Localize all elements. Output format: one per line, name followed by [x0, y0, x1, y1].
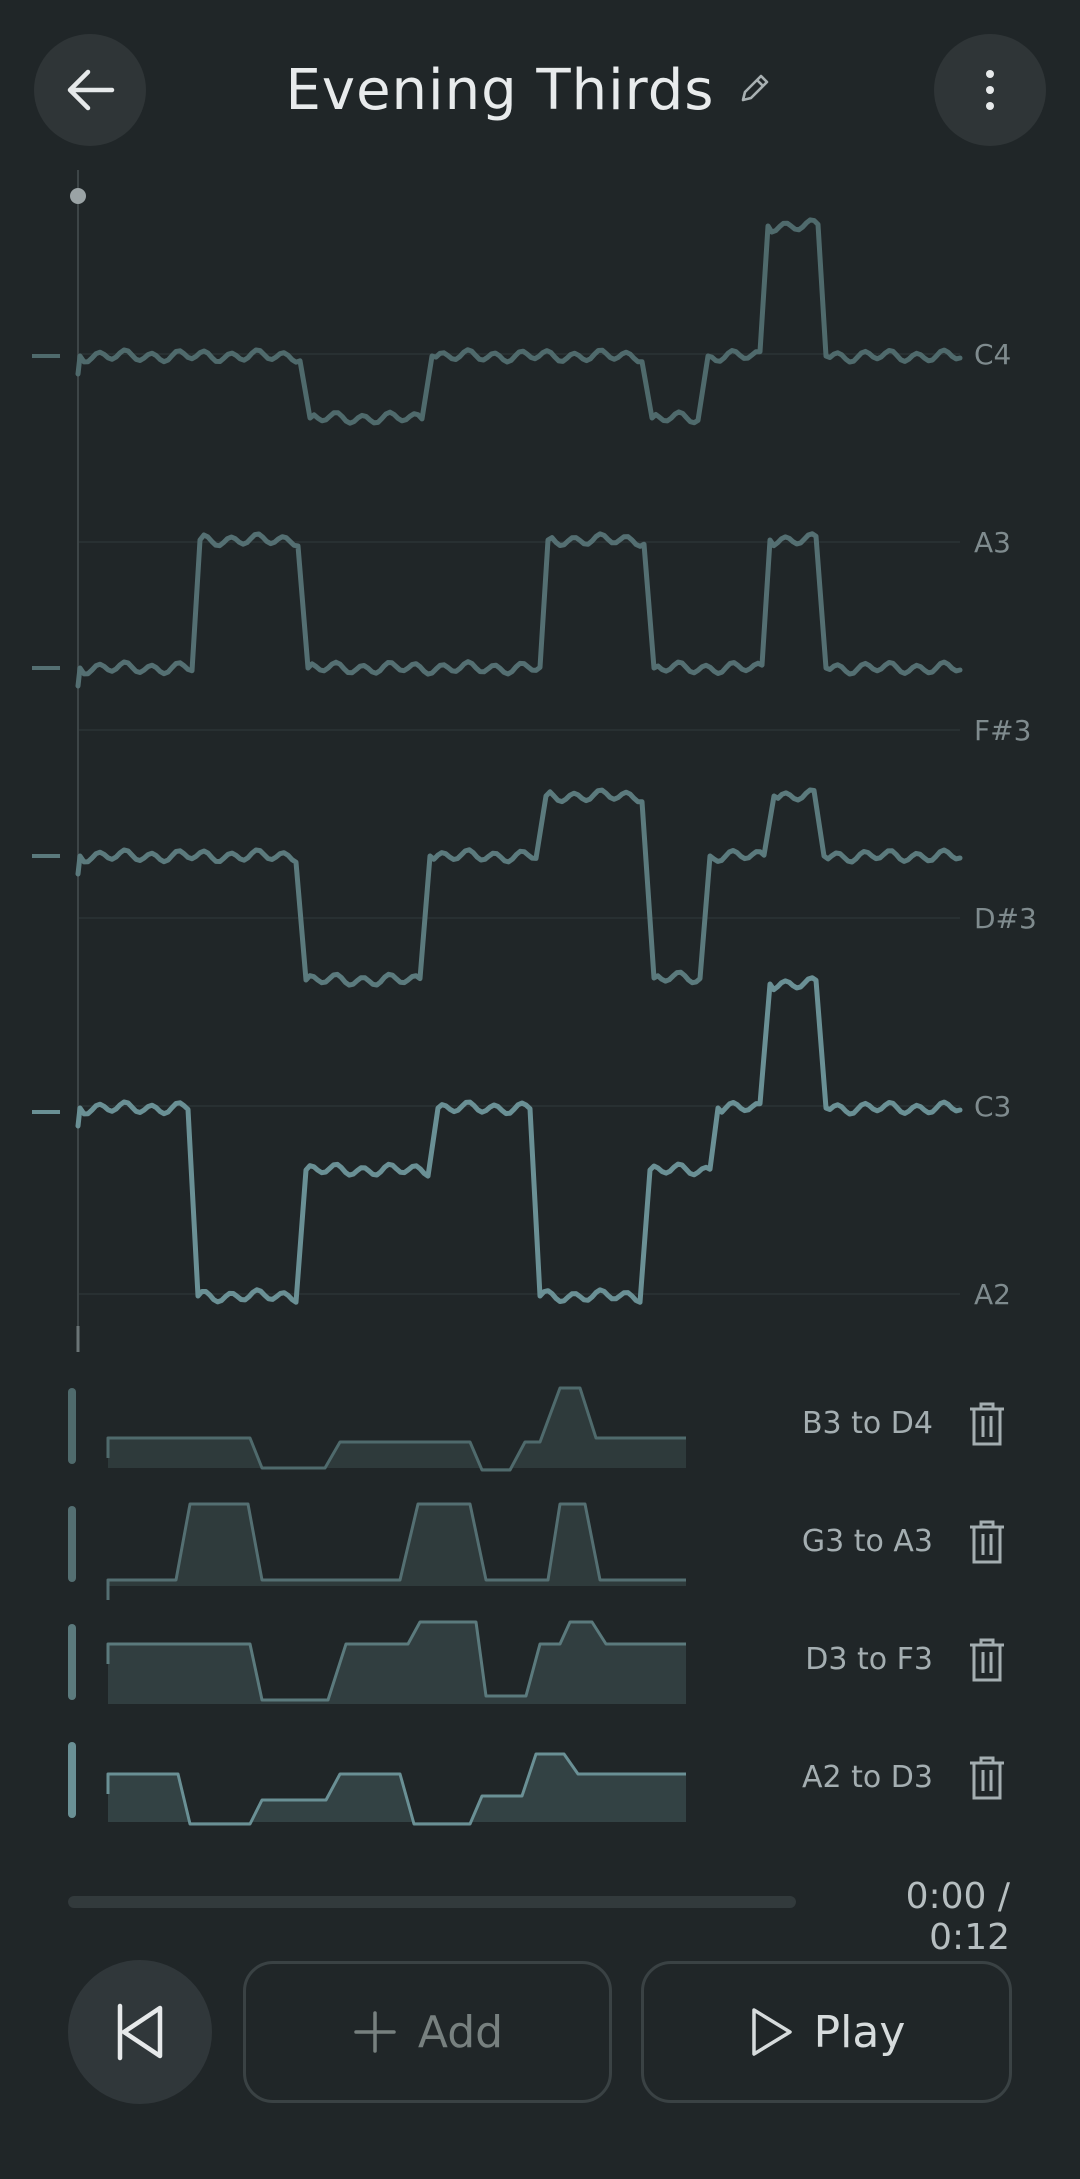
pitch-graph	[32, 170, 963, 1352]
track-color-indicator	[68, 1742, 76, 1818]
rewind-button[interactable]	[68, 1960, 212, 2104]
edit-title-button[interactable]	[736, 69, 774, 111]
add-button[interactable]: Add	[243, 1961, 612, 2103]
play-button-label: Play	[813, 2006, 906, 2058]
track-label: A2 to D3	[802, 1760, 933, 1795]
trash-icon	[970, 1520, 1004, 1564]
play-icon	[751, 2008, 792, 2056]
pitch-label-a2: A2	[974, 1278, 1011, 1311]
pitch-curve[interactable]	[75, 217, 963, 426]
time-readout: 0:00 / 0:12	[905, 1876, 1010, 1958]
progress-bar[interactable]	[68, 1896, 796, 1908]
page-title: Evening Thirds	[285, 57, 715, 123]
track-thumbnail-area	[108, 1504, 686, 1600]
more-options-button[interactable]	[934, 34, 1046, 146]
title-area: Evening Thirds	[0, 34, 1080, 146]
pencil-icon	[742, 74, 769, 102]
playhead-handle[interactable]	[70, 188, 86, 204]
pitch-label-d-sharp3: D#3	[974, 902, 1037, 935]
delete-track-button[interactable]	[960, 1394, 1014, 1454]
pitch-label-c4: C4	[974, 338, 1012, 371]
track-thumbnails	[68, 1386, 686, 1826]
pitch-curve[interactable]	[75, 787, 963, 988]
track-label: G3 to A3	[801, 1524, 933, 1559]
more-vertical-icon	[986, 70, 994, 110]
track-color-indicator	[68, 1388, 76, 1464]
track-color-indicator	[68, 1624, 76, 1700]
plus-icon	[354, 2011, 396, 2053]
pitch-label-a3: A3	[974, 526, 1011, 559]
track-label: D3 to F3	[805, 1642, 933, 1677]
play-button[interactable]: Play	[641, 1961, 1012, 2103]
skip-back-icon	[117, 2003, 163, 2061]
pitch-label-f-sharp3: F#3	[974, 714, 1032, 747]
trash-icon	[970, 1402, 1004, 1446]
track-thumbnail-area	[108, 1754, 686, 1824]
pitch-curve[interactable]	[75, 531, 963, 689]
add-button-label: Add	[417, 2006, 504, 2058]
track-color-indicator	[68, 1506, 76, 1582]
trash-icon	[970, 1638, 1004, 1682]
delete-track-button[interactable]	[960, 1512, 1014, 1572]
pitch-curve[interactable]	[75, 975, 963, 1305]
trash-icon	[970, 1756, 1004, 1800]
track-label: B3 to D4	[801, 1406, 933, 1441]
pitch-gridlines	[78, 353, 960, 1295]
delete-track-button[interactable]	[960, 1748, 1014, 1808]
delete-track-button[interactable]	[960, 1630, 1014, 1690]
pitch-label-c3: C3	[974, 1090, 1012, 1123]
pitch-lanes	[32, 217, 963, 1305]
track-thumbnail-area	[108, 1388, 686, 1470]
